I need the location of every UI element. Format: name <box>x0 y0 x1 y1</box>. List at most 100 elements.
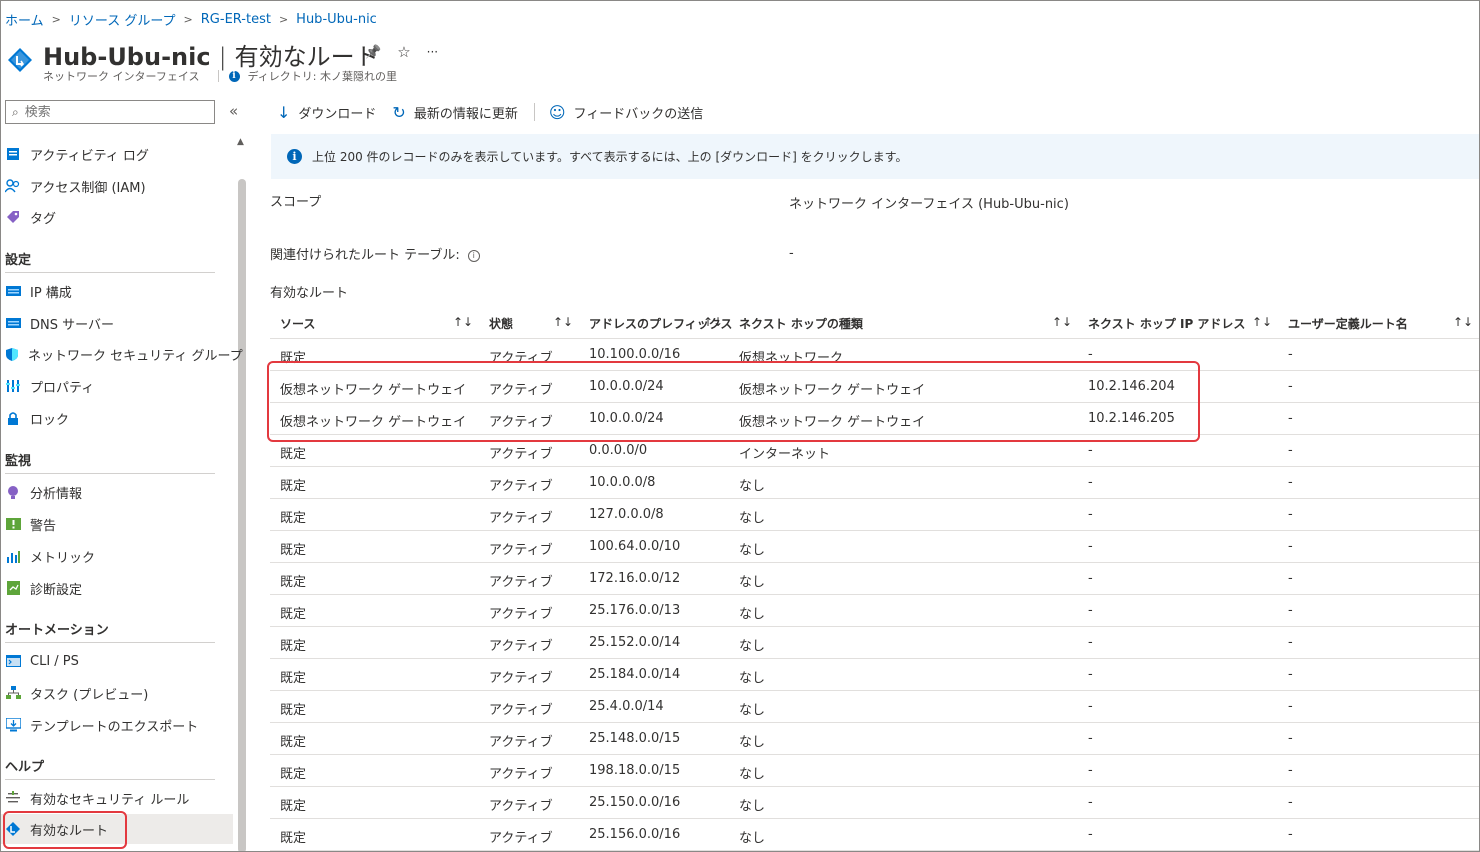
table-row[interactable]: 既定 アクティブ 127.0.0.0/8 なし - - <box>270 499 1479 531</box>
cell-next-hop-ip: - <box>1088 827 1093 842</box>
sidebar-item-label: 有効なセキュリティ ルール <box>30 792 190 808</box>
sidebar-item-properties[interactable]: プロパティ <box>1 371 233 401</box>
sidebar-item-ip-config[interactable]: IP 構成 <box>1 276 233 306</box>
sidebar-item-label: 診断設定 <box>30 582 83 598</box>
sidebar-item-nsg[interactable]: ネットワーク セキュリティ グループ <box>1 339 243 369</box>
sidebar-item-effective-routes[interactable]: 有効なルート <box>1 814 233 844</box>
breadcrumb-nic[interactable]: Hub-Ubu-nic <box>296 12 377 27</box>
chevron-right-icon: > <box>51 12 61 26</box>
table-row[interactable]: 仮想ネットワーク ゲートウェイ アクティブ 10.0.0.0/24 仮想ネットワーク … <box>270 403 1479 435</box>
col-udr-name[interactable]: ユーザー定義ルート名 <box>1288 315 1408 332</box>
sidebar-item-activity-log[interactable]: アクティビティ ログ <box>1 139 233 169</box>
sidebar-item-iam[interactable]: アクセス制御 (IAM) <box>1 171 233 201</box>
table-row[interactable]: 既定 アクティブ 10.100.0.0/16 仮想ネットワーク - - <box>270 339 1479 371</box>
sort-icon[interactable]: ↑↓ <box>1252 315 1272 329</box>
sort-icon[interactable]: ↑↓ <box>1052 315 1072 329</box>
sidebar-item-dns[interactable]: DNS サーバー <box>1 308 233 338</box>
sidebar-item-cli[interactable]: CLI / PS <box>1 646 233 676</box>
table-row[interactable]: 既定 アクティブ 25.176.0.0/13 なし - - <box>270 595 1479 627</box>
download-button[interactable]: ↓ ダウンロード <box>277 103 376 122</box>
cell-udr-name: - <box>1288 763 1293 778</box>
pin-icon[interactable]: 📌 <box>365 45 381 60</box>
cell-state: アクティブ <box>489 703 553 718</box>
table-row[interactable]: 既定 アクティブ 25.150.0.0/16 なし - - <box>270 787 1479 819</box>
cell-state: アクティブ <box>489 607 553 622</box>
cell-source: 既定 <box>280 447 307 462</box>
cell-next-hop-type: 仮想ネットワーク ゲートウェイ <box>739 415 926 430</box>
sidebar-item-label: CLI / PS <box>30 653 79 669</box>
table-row[interactable]: 既定 アクティブ 25.148.0.0/15 なし - - <box>270 723 1479 755</box>
divider <box>217 70 219 82</box>
page-name: 有効なルート <box>234 43 379 71</box>
table-row[interactable]: 既定 アクティブ 25.184.0.0/14 なし - - <box>270 659 1479 691</box>
sidebar-item-insights[interactable]: 分析情報 <box>1 477 233 507</box>
star-icon[interactable]: ☆ <box>397 43 410 61</box>
route-diamond-icon <box>8 48 32 72</box>
more-icon[interactable]: ··· <box>427 45 438 59</box>
sidebar-item-alerts[interactable]: 警告 <box>1 509 233 539</box>
col-next-hop-type[interactable]: ネクスト ホップの種類 <box>739 315 863 332</box>
sidebar-item-metrics[interactable]: メトリック <box>1 541 233 571</box>
table-row[interactable]: 既定 アクティブ 25.152.0.0/14 なし - - <box>270 627 1479 659</box>
route-table-label-row: 関連付けられたルート テーブル: i <box>270 244 480 263</box>
cell-prefix: 25.176.0.0/13 <box>589 603 681 618</box>
cell-state: アクティブ <box>489 735 553 750</box>
cell-next-hop-type: 仮想ネットワーク <box>739 351 844 366</box>
breadcrumb-resource-groups[interactable]: リソース グループ <box>69 10 176 29</box>
cell-prefix: 25.152.0.0/14 <box>589 635 681 650</box>
cell-next-hop-ip: - <box>1088 443 1093 458</box>
table-row[interactable]: 仮想ネットワーク ゲートウェイ アクティブ 10.0.0.0/24 仮想ネットワーク … <box>270 371 1479 403</box>
sidebar-search[interactable]: ⌕ <box>5 100 215 124</box>
scroll-up-icon[interactable]: ▲ <box>237 137 244 147</box>
sidebar-item-security-rules[interactable]: 有効なセキュリティ ルール <box>1 783 233 813</box>
section-automation: オートメーション <box>5 623 109 638</box>
breadcrumb-home[interactable]: ホーム <box>5 10 44 29</box>
cell-next-hop-ip: 10.2.146.205 <box>1088 411 1175 426</box>
sort-icon[interactable]: ↑↓ <box>453 315 473 329</box>
cell-source: 既定 <box>280 543 307 558</box>
cell-udr-name: - <box>1288 603 1293 618</box>
cell-next-hop-type: なし <box>739 479 766 494</box>
table-row[interactable]: 既定 アクティブ 25.156.0.0/16 なし - - <box>270 819 1479 851</box>
directory: ディレクトリ: 木ノ葉隠れの里 <box>247 70 397 83</box>
table-row[interactable]: 既定 アクティブ 172.16.0.0/12 なし - - <box>270 563 1479 595</box>
cell-source: 既定 <box>280 799 307 814</box>
cell-udr-name: - <box>1288 379 1293 394</box>
feedback-button[interactable]: ☺ フィードバックの送信 <box>549 103 703 122</box>
sidebar-item-label: DNS サーバー <box>30 317 114 333</box>
diagnostics-icon <box>5 580 21 596</box>
sidebar-item-tasks[interactable]: タスク (プレビュー) <box>1 678 233 708</box>
cell-source: 既定 <box>280 831 307 846</box>
cell-source: 既定 <box>280 735 307 750</box>
cell-prefix: 25.184.0.0/14 <box>589 667 681 682</box>
sidebar-item-lock[interactable]: ロック <box>1 403 233 433</box>
cell-state: アクティブ <box>489 383 553 398</box>
col-state[interactable]: 状態 <box>489 315 513 332</box>
chevron-right-icon: > <box>183 12 193 26</box>
refresh-button[interactable]: ↻ 最新の情報に更新 <box>392 103 517 122</box>
sort-icon[interactable]: ↑↓ <box>703 315 723 329</box>
cell-prefix: 25.148.0.0/15 <box>589 731 681 746</box>
table-row[interactable]: 既定 アクティブ 25.4.0.0/14 なし - - <box>270 691 1479 723</box>
cell-next-hop-type: インターネット <box>739 447 831 462</box>
table-row[interactable]: 既定 アクティブ 100.64.0.0/10 なし - - <box>270 531 1479 563</box>
cell-next-hop-ip: - <box>1088 763 1093 778</box>
cell-next-hop-type: なし <box>739 511 766 526</box>
col-next-hop-ip[interactable]: ネクスト ホップ IP アドレス <box>1088 315 1245 332</box>
breadcrumb-resource-group[interactable]: RG-ER-test <box>201 12 271 27</box>
collapse-sidebar-icon[interactable]: « <box>229 102 238 120</box>
cell-next-hop-type: なし <box>739 575 766 590</box>
sidebar-item-diagnostics[interactable]: 診断設定 <box>1 573 233 603</box>
table-row[interactable]: 既定 アクティブ 0.0.0.0/0 インターネット - - <box>270 435 1479 467</box>
sidebar-scrollbar[interactable] <box>238 179 246 851</box>
sidebar-item-tags[interactable]: タグ <box>1 202 233 232</box>
col-source[interactable]: ソース <box>280 315 315 332</box>
search-input[interactable] <box>24 104 195 120</box>
cell-next-hop-ip: 10.2.146.204 <box>1088 379 1175 394</box>
sort-icon[interactable]: ↑↓ <box>553 315 573 329</box>
help-icon[interactable]: i <box>467 249 480 262</box>
sidebar-item-export-template[interactable]: テンプレートのエクスポート <box>1 710 233 740</box>
table-row[interactable]: 既定 アクティブ 10.0.0.0/8 なし - - <box>270 467 1479 499</box>
table-row[interactable]: 既定 アクティブ 198.18.0.0/15 なし - - <box>270 755 1479 787</box>
sort-icon[interactable]: ↑↓ <box>1453 315 1473 329</box>
